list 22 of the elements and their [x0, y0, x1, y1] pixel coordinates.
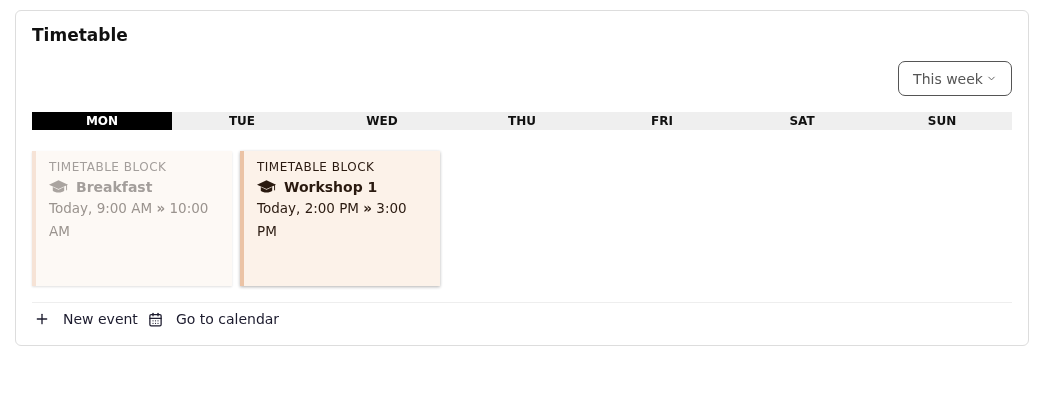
go-to-calendar-link[interactable]: Go to calendar	[145, 311, 282, 327]
day-tab[interactable]: TUE	[172, 112, 312, 130]
day-tab[interactable]: MON	[32, 112, 172, 130]
graduation-cap-icon	[257, 180, 276, 194]
calendar-icon	[147, 311, 163, 327]
day-tab[interactable]: SAT	[732, 112, 872, 130]
new-event-link[interactable]: New event	[32, 311, 140, 327]
event-name: Breakfast	[76, 179, 153, 195]
range-select[interactable]: This week	[898, 61, 1012, 96]
day-tab[interactable]: FRI	[592, 112, 732, 130]
event-time: Today, 2:00 PM » 3:00 PM	[257, 199, 408, 241]
card-title: Timetable	[32, 25, 128, 45]
event-name: Workshop 1	[284, 179, 378, 195]
graduation-cap-icon	[49, 180, 68, 194]
event-time: Today, 9:00 AM » 10:00 AM	[49, 199, 210, 241]
day-tab[interactable]: WED	[312, 112, 452, 130]
event-category: TIMETABLE BLOCK	[257, 160, 376, 174]
day-tab[interactable]: SUN	[872, 112, 1012, 130]
event-category: TIMETABLE BLOCK	[49, 160, 168, 174]
plus-icon	[34, 311, 50, 327]
day-tab[interactable]: THU	[452, 112, 592, 130]
event-card[interactable]: TIMETABLE BLOCK Workshop 1 Today, 2:00 PM » 3:00 PM	[240, 151, 440, 286]
